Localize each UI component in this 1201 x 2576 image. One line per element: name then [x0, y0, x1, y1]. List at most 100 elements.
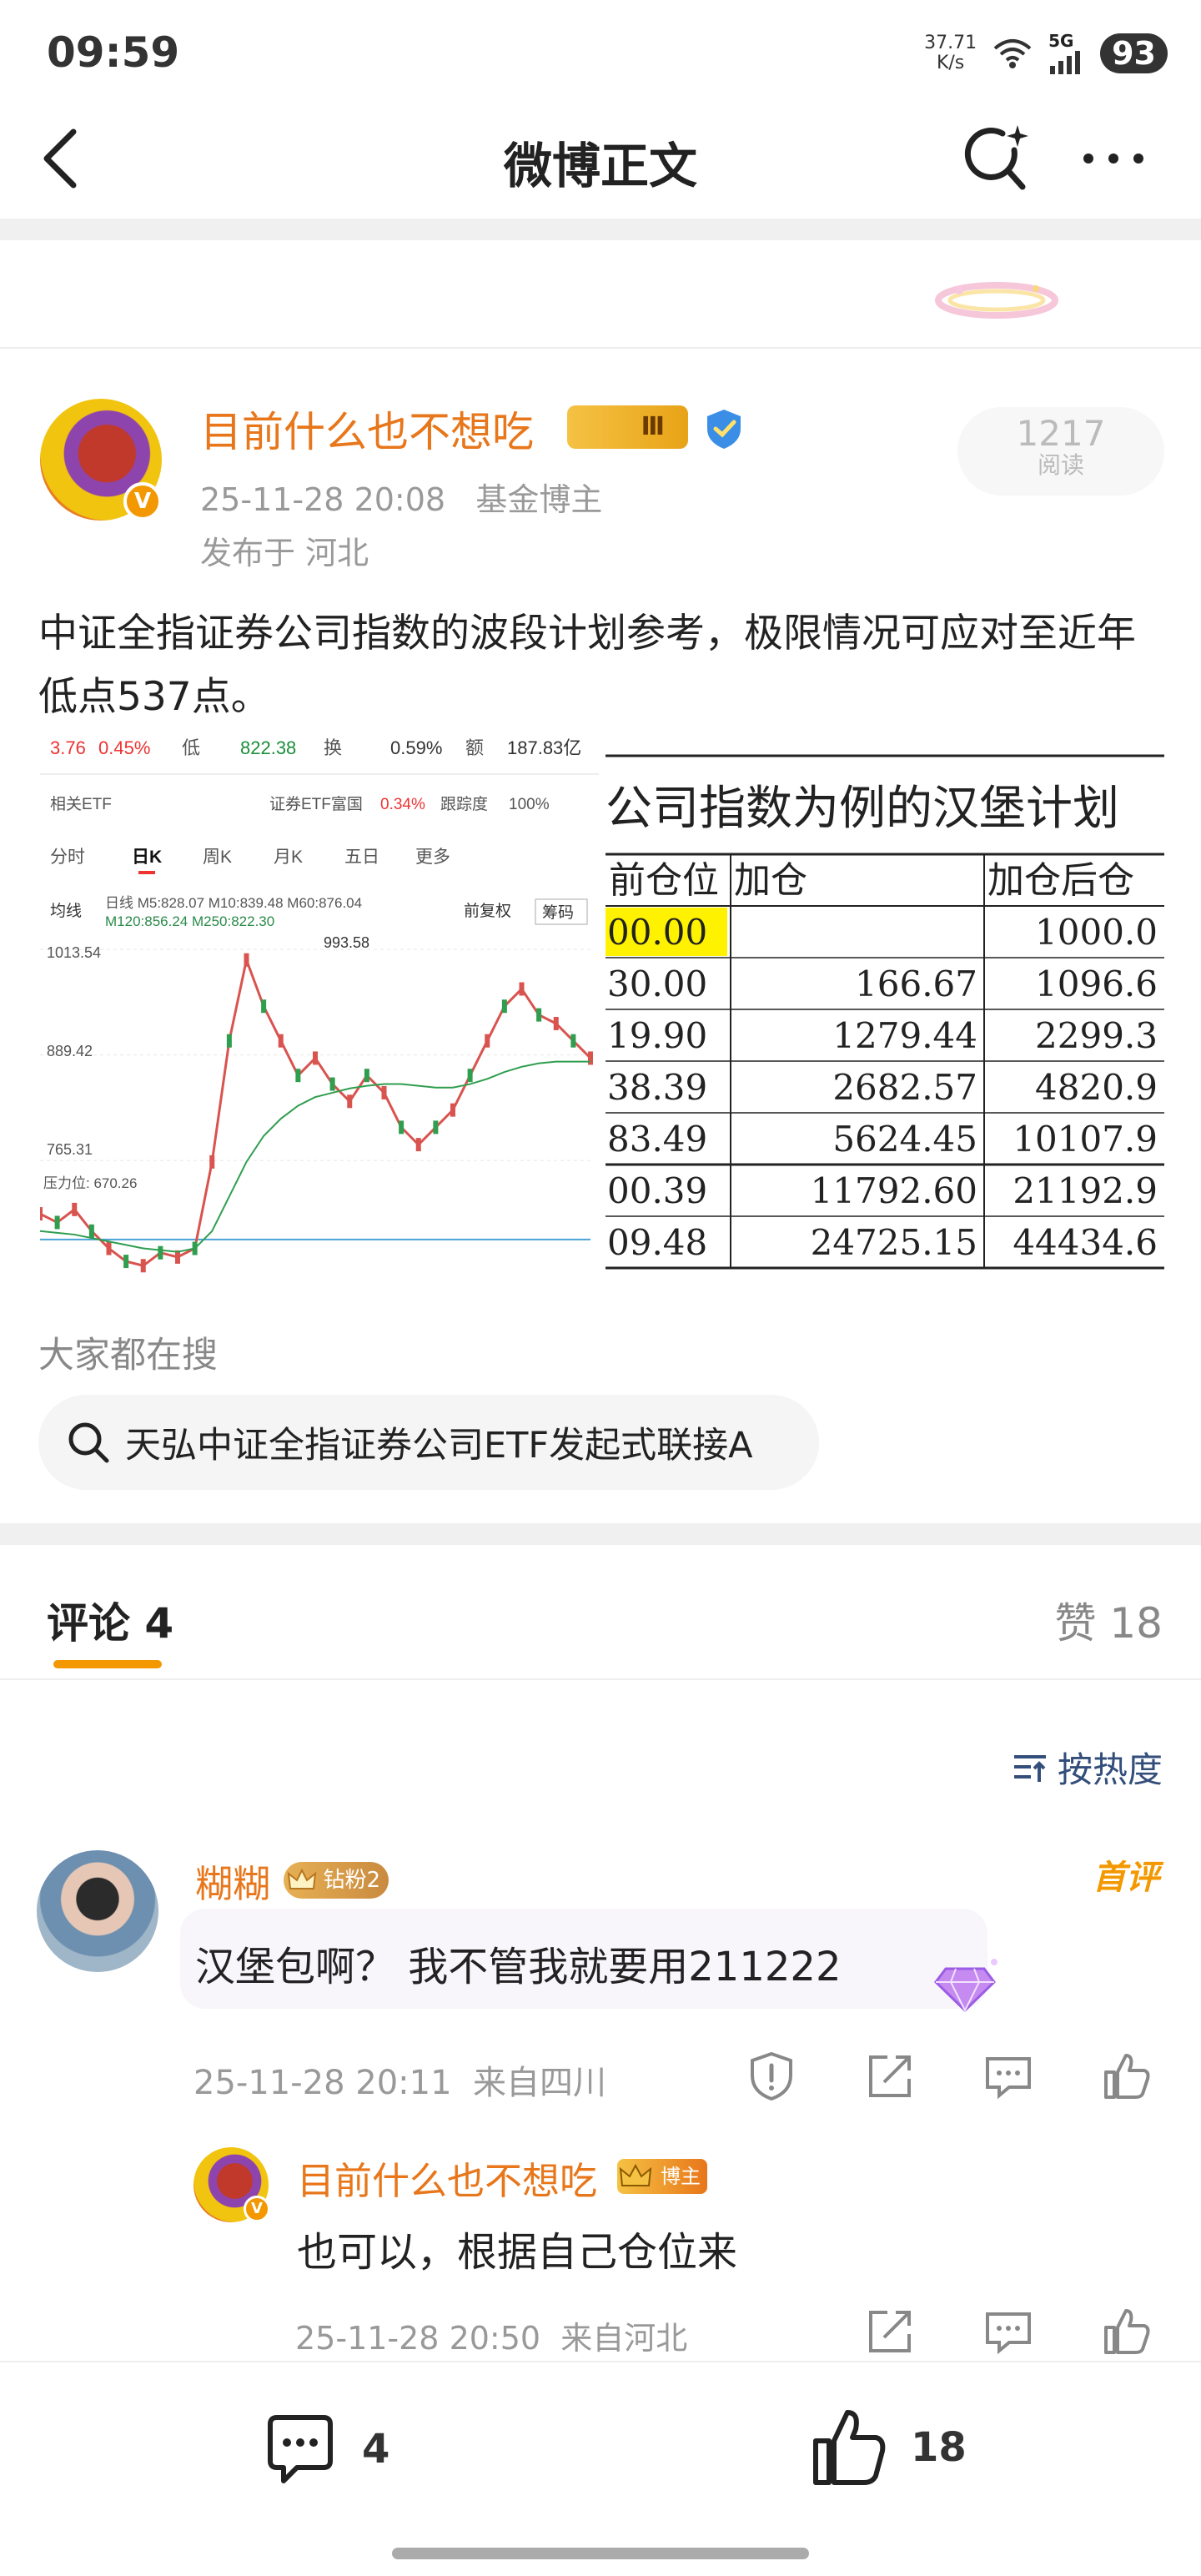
table-cell: 1096.6	[1035, 963, 1158, 1004]
like-action[interactable]: 18	[809, 2404, 967, 2491]
ma-line-2: M120:856.24 M250:822.30	[105, 913, 274, 929]
table-cell: 2299.3	[1035, 1015, 1158, 1056]
status-bar: 09:59 37.71 K/s 5G 93	[0, 0, 1201, 100]
signal-icon	[1050, 51, 1081, 74]
table-cell: 4820.9	[1035, 1067, 1158, 1108]
section-divider	[0, 1523, 1201, 1545]
cell-signal: 5G	[1048, 33, 1085, 74]
chart-tab[interactable]: 五日	[344, 848, 379, 867]
chart-tab-active-indicator	[138, 871, 155, 874]
chart-tab[interactable]: 分时	[50, 848, 85, 867]
tab-comments[interactable]: 评论 4	[47, 1590, 173, 1650]
table-header-cell: 加仓后仓	[987, 859, 1134, 902]
hot-search-chip[interactable]: 天弘中证全指证券公司ETF发起式联接A	[38, 1395, 819, 1490]
comment-action[interactable]: 4	[260, 2409, 389, 2489]
candle	[123, 1255, 129, 1269]
shield-verified-icon[interactable]	[702, 407, 746, 450]
share-icon[interactable]	[862, 2049, 917, 2104]
table-cell: 24725.15	[811, 1222, 977, 1263]
verified-v-icon: V	[123, 482, 162, 521]
post-location: 发布于 河北	[200, 535, 369, 571]
candle	[329, 1077, 335, 1091]
like-icon[interactable]	[1099, 2049, 1154, 2104]
halo-decoration-icon	[935, 282, 1058, 319]
comment-location: 来自四川	[473, 2064, 606, 2102]
ma-line-1: 日线 M5:828.07 M10:839.48 M60:876.04	[105, 895, 362, 911]
read-label: 阅读	[1037, 451, 1084, 479]
candle	[278, 1034, 284, 1048]
table-cell: 166.67	[855, 963, 977, 1004]
reply-icon[interactable]	[981, 2049, 1036, 2104]
commenter-name[interactable]: 糊糊	[195, 1854, 270, 1908]
report-icon[interactable]	[744, 2049, 799, 2104]
chart-tab[interactable]: 月K	[274, 848, 303, 867]
read-count-box: 1217 阅读	[957, 407, 1164, 496]
candle	[467, 1069, 473, 1083]
post-meta: 25-11-28 20:08 基金博主	[200, 474, 602, 520]
candle	[536, 1008, 542, 1022]
plan-table-svg: 公司指数为例的汉堡计划 前仓位 加仓 加仓后仓 00.00 1000.0 30.00 166…	[606, 732, 1164, 1288]
chart-tab[interactable]: 更多	[415, 848, 450, 867]
sort-icon	[1013, 1754, 1046, 1782]
reply-location: 来自河北	[560, 2320, 688, 2357]
candle	[226, 1034, 232, 1048]
y-tick-3: 765.31	[47, 1141, 93, 1158]
comment-text: 汉堡包啊？ 我不管我就要用211222	[195, 1944, 842, 1990]
adjust-label[interactable]: 前复权	[464, 902, 511, 920]
post-text: 中证全指证券公司指数的波段计划参考，极限情况可应对至近年低点537点。	[38, 611, 1136, 720]
candle	[88, 1224, 94, 1238]
post-timestamp: 25-11-28 20:08	[200, 481, 446, 518]
reply-icon[interactable]	[981, 2304, 1036, 2359]
turnover-label: 换	[324, 737, 342, 758]
commenter-avatar[interactable]	[37, 1850, 158, 1972]
candle	[140, 1259, 146, 1273]
net-speed-unit: K/s	[936, 53, 965, 73]
candle	[261, 999, 267, 1014]
battery-indicator: 93	[1100, 33, 1168, 73]
fan-badge[interactable]: 钻粉2	[284, 1862, 389, 1899]
candle	[244, 953, 249, 967]
tab-active-indicator	[53, 1660, 162, 1668]
table-cell: 00.00	[607, 912, 707, 953]
more-button[interactable]	[1076, 125, 1151, 192]
like-count: 18	[911, 2424, 967, 2471]
status-time: 09:59	[47, 28, 180, 77]
pressure-label: 压力位: 670.26	[43, 1175, 137, 1191]
chart-tab[interactable]: 周K	[203, 848, 232, 867]
table-cell: 30.00	[607, 963, 707, 1004]
hot-search-query: 天弘中证全指证券公司ETF发起式联接A	[125, 1425, 753, 1467]
candle	[501, 999, 507, 1014]
search-button[interactable]	[959, 117, 1034, 200]
etf-change: 0.34%	[380, 796, 425, 813]
share-icon[interactable]	[862, 2304, 917, 2359]
first-comment-tag: 首评	[1093, 1859, 1159, 1897]
table-cell: 1279.44	[832, 1015, 977, 1056]
candle	[54, 1215, 60, 1230]
table-header-cell: 加仓	[734, 859, 807, 902]
candle	[450, 1103, 455, 1117]
blogger-badge-label: 博主	[661, 2165, 701, 2188]
comment-meta: 25-11-28 20:11 来自四川	[193, 2055, 606, 2104]
candle	[72, 1202, 78, 1216]
like-icon[interactable]	[1099, 2304, 1154, 2359]
post-image-table[interactable]: 公司指数为例的汉堡计划 前仓位 加仓 加仓后仓 00.00 1000.0 30.00 166…	[606, 732, 1164, 1288]
chips-button[interactable]: 筹码	[542, 903, 574, 922]
tab-likes[interactable]: 赞 18	[1054, 1590, 1163, 1650]
sort-label: 按热度	[1057, 1749, 1163, 1790]
candle	[158, 1245, 163, 1260]
vip-crown-badge[interactable]: Ⅲ	[567, 405, 688, 449]
reply-text: 也可以，根据自己仓位来	[297, 2229, 738, 2276]
author-name[interactable]: 目前什么也不想吃	[200, 399, 534, 459]
reply-author-name[interactable]: 目前什么也不想吃	[297, 2151, 597, 2205]
net-speed: 37.71 K/s	[924, 33, 977, 73]
reply-meta: 25-11-28 20:50 来自河北	[295, 2312, 687, 2358]
chart-tab[interactable]: 日K	[132, 848, 162, 867]
ma-selector[interactable]: 均线	[50, 902, 82, 920]
post-image-chart[interactable]: 3.76 0.45% 低 822.38 换 0.59% 额 187.83亿 相关…	[40, 732, 599, 1288]
sort-by-hot-button[interactable]: 按热度	[1011, 1742, 1163, 1793]
read-count: 1217	[1016, 413, 1106, 454]
more-dots-icon	[1083, 153, 1143, 164]
comment-bubble-icon	[268, 2415, 333, 2483]
nav-divider	[0, 219, 1201, 240]
candle	[364, 1069, 369, 1083]
